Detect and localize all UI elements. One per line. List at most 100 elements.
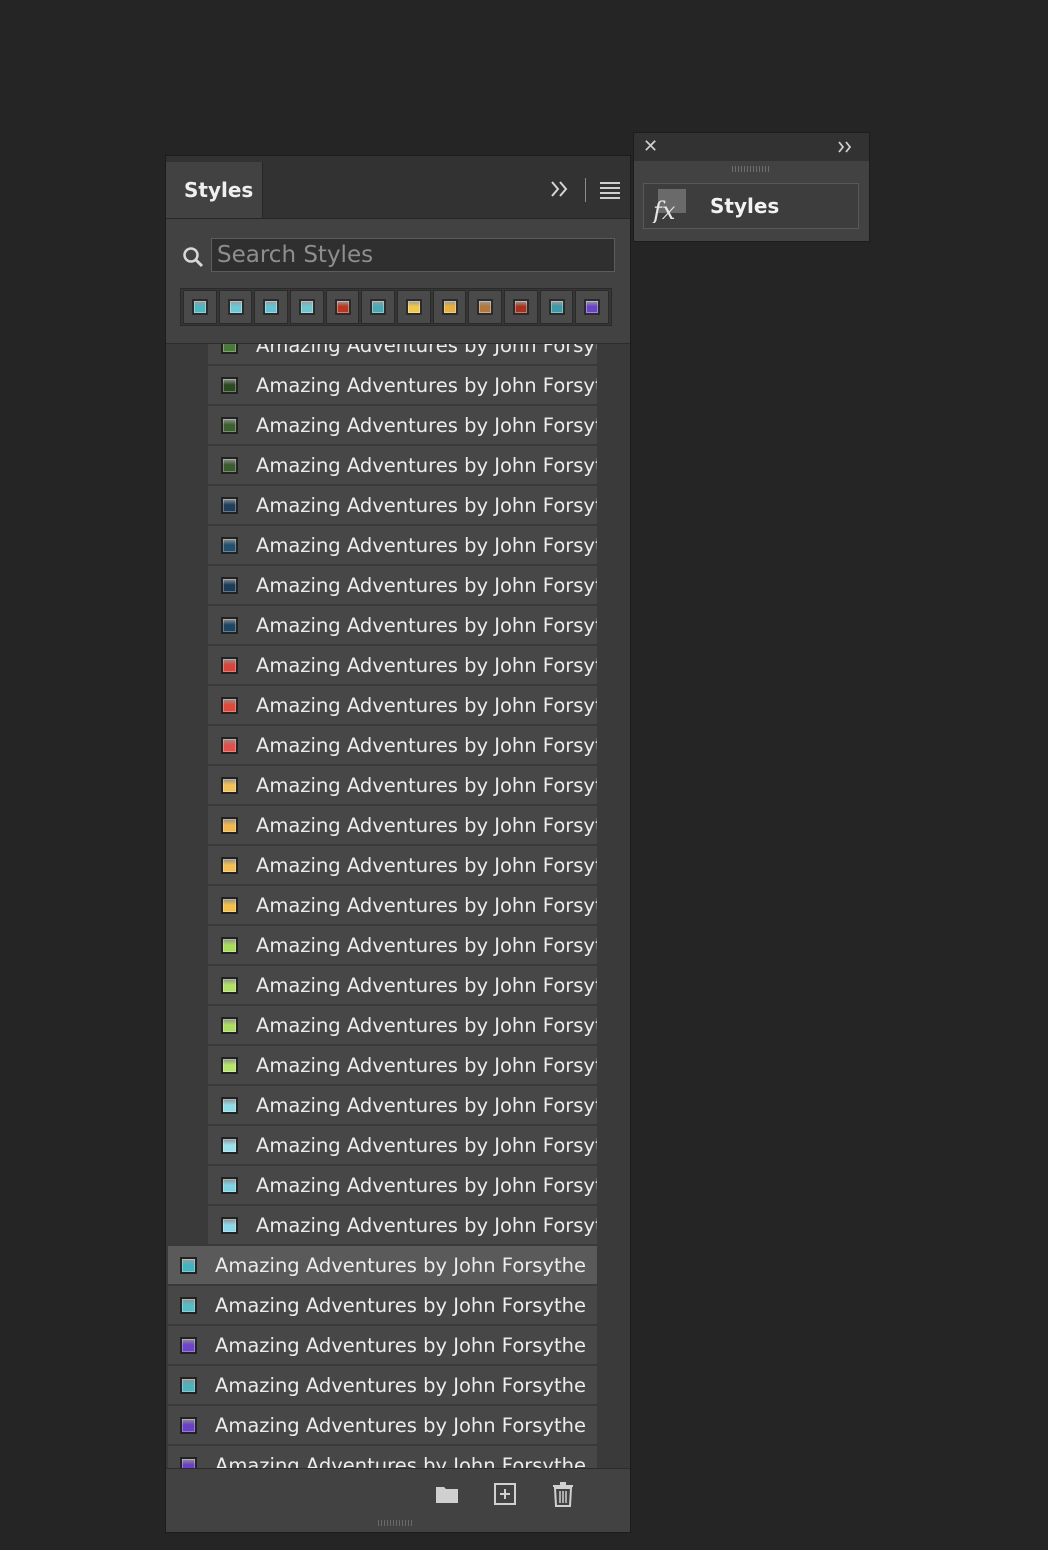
recent-style-11[interactable] <box>539 290 574 324</box>
style-thumbnail-icon <box>180 1416 197 1434</box>
style-list-item-label: Amazing Adventures by John Forsyt <box>256 1213 597 1237</box>
style-list-item-nested[interactable]: Amazing Adventures by John Forsyt <box>208 1046 597 1084</box>
style-thumbnail-icon <box>221 1136 238 1154</box>
style-thumbnail-icon <box>221 376 238 394</box>
style-swatch-icon <box>477 299 494 315</box>
style-list-item-nested[interactable]: Amazing Adventures by John Forsyt <box>208 886 597 924</box>
close-icon[interactable]: ✕ <box>643 138 659 156</box>
style-list-item-label: Amazing Adventures by John Forsyt <box>256 733 597 757</box>
style-thumbnail-icon <box>221 816 238 834</box>
style-thumbnail-icon <box>221 776 238 794</box>
styles-panel: Styles Amazing Adventures by John Forsyt… <box>165 155 631 1533</box>
style-list-item-nested[interactable]: Amazing Adventures by John Forsyt <box>208 1166 597 1204</box>
style-swatch-icon <box>548 299 565 315</box>
style-list-item[interactable]: Amazing Adventures by John Forsythe <box>168 1446 597 1468</box>
recent-style-1[interactable] <box>183 290 217 324</box>
style-list-item-nested[interactable]: Amazing Adventures by John Forsyt <box>208 344 597 364</box>
style-list-item-label: Amazing Adventures by John Forsyt <box>256 413 597 437</box>
recent-style-12[interactable] <box>575 290 610 324</box>
recent-style-2[interactable] <box>218 290 253 324</box>
style-list-item-label: Amazing Adventures by John Forsyt <box>256 613 597 637</box>
style-list-item-label: Amazing Adventures by John Forsyt <box>256 693 597 717</box>
style-list-item-label: Amazing Adventures by John Forsyt <box>256 1093 597 1117</box>
style-swatch-icon <box>227 299 244 315</box>
fx-icon: fx <box>652 189 686 223</box>
style-list-item-nested[interactable]: Amazing Adventures by John Forsyt <box>208 526 597 564</box>
search-icon <box>183 247 204 268</box>
collapsed-styles-panel: ✕ fx Styles <box>633 132 870 242</box>
delete-trash-icon[interactable] <box>550 1481 576 1507</box>
style-list-item-label: Amazing Adventures by John Forsythe <box>215 1293 586 1317</box>
style-list-item-nested[interactable]: Amazing Adventures by John Forsyt <box>208 1006 597 1044</box>
style-list-item-nested[interactable]: Amazing Adventures by John Forsyt <box>208 966 597 1004</box>
style-thumbnail-icon <box>221 616 238 634</box>
tab-styles[interactable]: Styles <box>166 162 263 218</box>
style-list-item-label: Amazing Adventures by John Forsyt <box>256 653 597 677</box>
collapse-panel-icon[interactable] <box>550 179 570 199</box>
style-swatch-icon <box>584 299 601 315</box>
style-list-item-nested[interactable]: Amazing Adventures by John Forsyt <box>208 806 597 844</box>
recent-style-4[interactable] <box>290 290 324 324</box>
style-list-item[interactable]: Amazing Adventures by John Forsythe <box>168 1246 597 1284</box>
style-thumbnail-icon <box>180 1336 197 1354</box>
style-swatch-icon <box>370 299 387 315</box>
recent-style-9[interactable] <box>468 290 503 324</box>
style-list-item-nested[interactable]: Amazing Adventures by John Forsyt <box>208 566 597 604</box>
style-thumbnail-icon <box>180 1456 197 1468</box>
recent-style-8[interactable] <box>432 290 467 324</box>
style-list-item-label: Amazing Adventures by John Forsyt <box>256 453 597 477</box>
style-list-item-nested[interactable]: Amazing Adventures by John Forsyt <box>208 846 597 884</box>
collapsed-panel-grip[interactable] <box>732 166 770 172</box>
style-list-item-nested[interactable]: Amazing Adventures by John Forsyt <box>208 606 597 644</box>
recent-style-7[interactable] <box>397 290 431 324</box>
style-list-item-nested[interactable]: Amazing Adventures by John Forsyt <box>208 406 597 444</box>
styles-list[interactable]: Amazing Adventures by John Forsyt Amazing… <box>166 343 630 1468</box>
styles-panel-button[interactable]: fx Styles <box>643 183 859 229</box>
style-list-item-nested[interactable]: Amazing Adventures by John Forsyt <box>208 686 597 724</box>
recent-style-3[interactable] <box>254 290 289 324</box>
style-list-item-nested[interactable]: Amazing Adventures by John Forsyt <box>208 486 597 524</box>
style-thumbnail-icon <box>180 1296 197 1314</box>
style-list-item[interactable]: Amazing Adventures by John Forsythe <box>168 1406 597 1444</box>
new-group-folder-icon[interactable] <box>434 1481 460 1507</box>
search-styles-input[interactable] <box>211 238 615 272</box>
style-list-item-nested[interactable]: Amazing Adventures by John Forsyt <box>208 726 597 764</box>
style-swatch-icon <box>191 299 208 315</box>
panel-menu-icon[interactable] <box>600 182 620 199</box>
style-list-item-nested[interactable]: Amazing Adventures by John Forsyt <box>208 646 597 684</box>
style-list-item-nested[interactable]: Amazing Adventures by John Forsyt <box>208 926 597 964</box>
style-list-item-label: Amazing Adventures by John Forsyt <box>256 1133 597 1157</box>
style-list-item[interactable]: Amazing Adventures by John Forsythe <box>168 1326 597 1364</box>
style-thumbnail-icon <box>221 656 238 674</box>
style-list-item-nested[interactable]: Amazing Adventures by John Forsyt <box>208 1206 597 1244</box>
recent-style-10[interactable] <box>504 290 538 324</box>
style-thumbnail-icon <box>221 736 238 754</box>
style-thumbnail-icon <box>221 536 238 554</box>
style-thumbnail-icon <box>221 1016 238 1034</box>
recent-styles-strip <box>180 288 612 326</box>
new-style-icon[interactable] <box>492 1481 518 1507</box>
style-thumbnail-icon <box>221 936 238 954</box>
style-list-item-nested[interactable]: Amazing Adventures by John Forsyt <box>208 446 597 484</box>
style-thumbnail-icon <box>221 416 238 434</box>
style-list-item-label: Amazing Adventures by John Forsyt <box>256 533 597 557</box>
recent-style-6[interactable] <box>361 290 396 324</box>
recent-style-5[interactable] <box>325 290 360 324</box>
style-list-item-nested[interactable]: Amazing Adventures by John Forsyt <box>208 366 597 404</box>
styles-panel-button-label: Styles <box>710 194 780 218</box>
style-list-item-label: Amazing Adventures by John Forsyt <box>256 373 597 397</box>
style-thumbnail-icon <box>221 696 238 714</box>
style-list-item-nested[interactable]: Amazing Adventures by John Forsyt <box>208 1086 597 1124</box>
style-list-item-label: Amazing Adventures by John Forsyt <box>256 773 597 797</box>
expand-panel-icon[interactable] <box>837 139 855 155</box>
style-list-item[interactable]: Amazing Adventures by John Forsythe <box>168 1286 597 1324</box>
style-list-item-label: Amazing Adventures by John Forsyt <box>256 853 597 877</box>
style-list-item-label: Amazing Adventures by John Forsythe <box>215 1333 586 1357</box>
style-list-item-nested[interactable]: Amazing Adventures by John Forsyt <box>208 1126 597 1164</box>
style-list-item[interactable]: Amazing Adventures by John Forsythe <box>168 1366 597 1404</box>
panel-resize-grip[interactable] <box>378 1520 414 1526</box>
style-swatch-icon <box>263 299 280 315</box>
style-list-item-nested[interactable]: Amazing Adventures by John Forsyt <box>208 766 597 804</box>
style-list-item-label: Amazing Adventures by John Forsythe <box>215 1253 586 1277</box>
style-thumbnail-icon <box>221 344 238 354</box>
